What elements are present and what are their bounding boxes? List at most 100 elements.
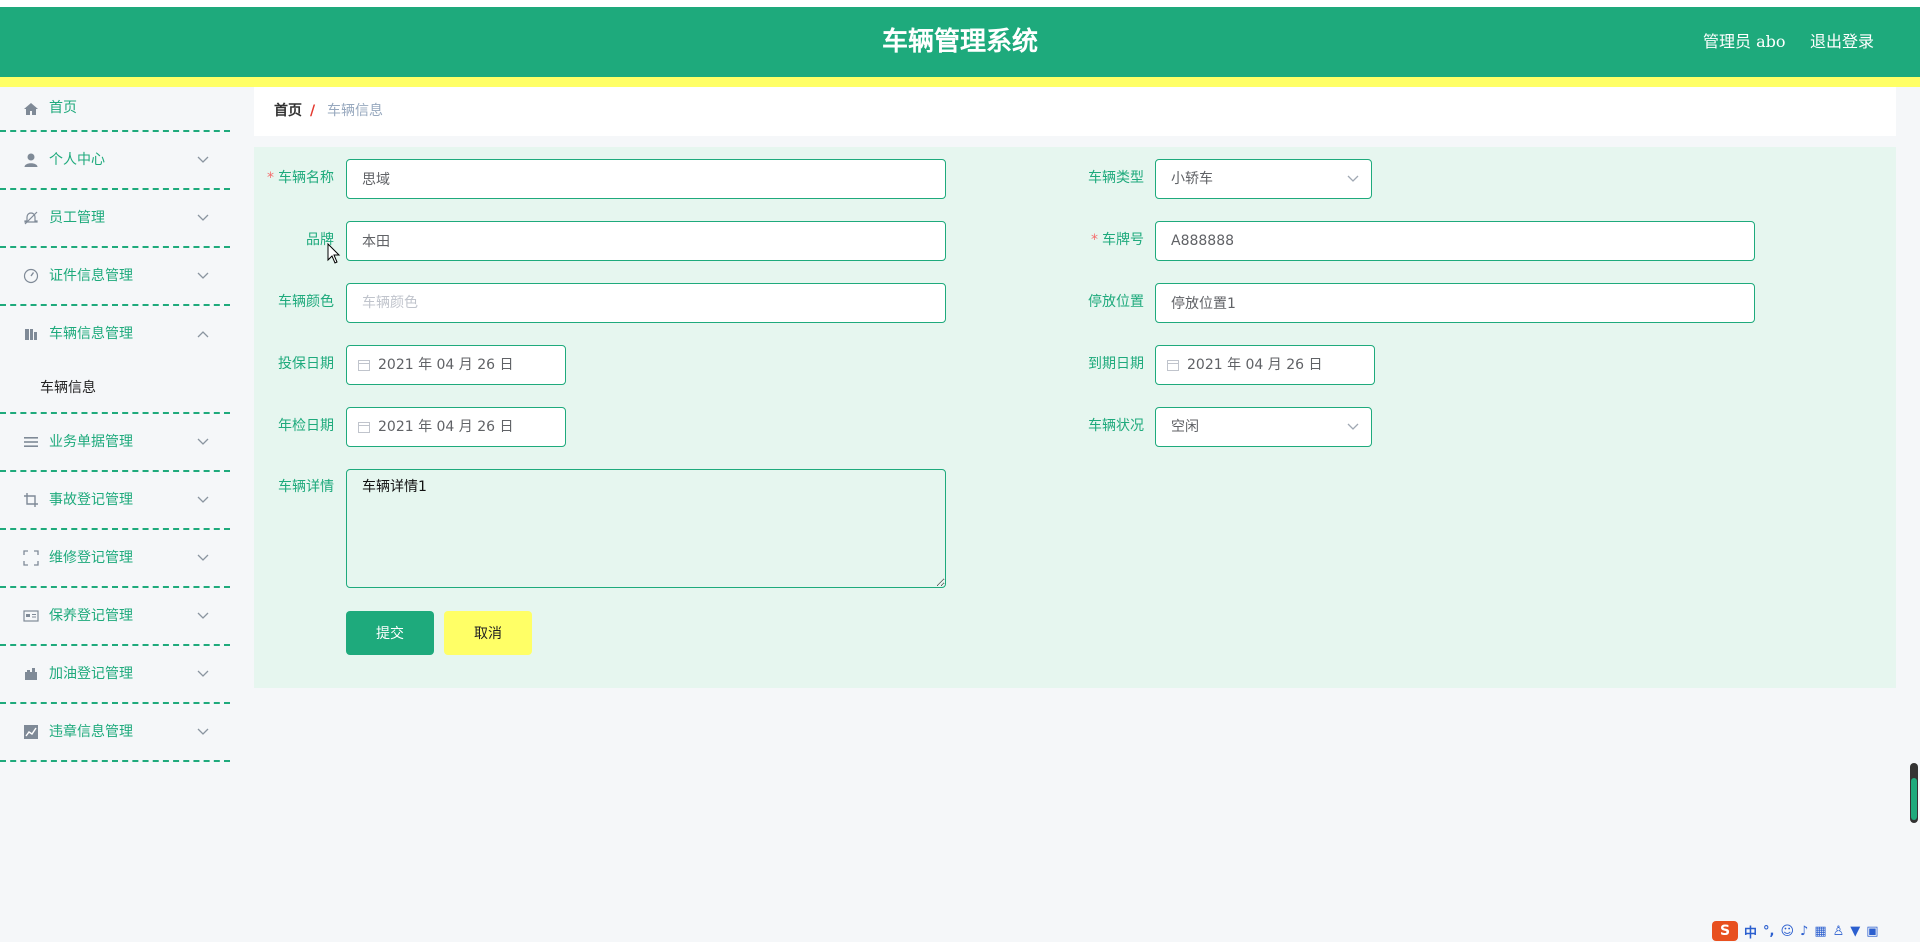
sidebar-item-label: 业务单据管理: [49, 434, 133, 450]
scrollbar-thumb[interactable]: [1911, 778, 1917, 820]
chart-icon: [22, 704, 40, 760]
sidebar-item-certificates[interactable]: 证件信息管理: [0, 248, 230, 306]
sidebar-item-documents[interactable]: 业务单据管理: [0, 414, 230, 472]
crop-icon: [22, 472, 40, 528]
chevron-down-icon: [1347, 408, 1359, 446]
chevron-down-icon: [196, 530, 210, 586]
sidebar-subitem-label: 车辆信息: [40, 380, 96, 396]
microphone-icon[interactable]: ♪: [1800, 924, 1808, 939]
chevron-down-icon: [196, 704, 210, 760]
chevron-down-icon: [196, 190, 210, 246]
sidebar-item-label: 违章信息管理: [49, 724, 133, 740]
brand-input[interactable]: [346, 221, 946, 261]
chevron-down-icon: [196, 414, 210, 470]
color-label: 车辆颜色: [278, 294, 334, 310]
expire-date-picker[interactable]: 2021 年 04 月 26 日: [1155, 345, 1375, 385]
ime-language-toggle[interactable]: 中: [1744, 922, 1757, 941]
sidebar-item-label: 加油登记管理: [49, 666, 133, 682]
mouse-cursor-icon: [327, 242, 341, 269]
sidebar-item-label: 事故登记管理: [49, 492, 133, 508]
status-select[interactable]: 空闲: [1155, 407, 1372, 447]
vehicle-type-select[interactable]: 小轿车: [1155, 159, 1372, 199]
sidebar-item-vehicle-info[interactable]: 车辆信息管理: [0, 306, 230, 364]
sidebar-item-personal-center[interactable]: 个人中心: [0, 132, 230, 190]
chevron-down-icon: [196, 248, 210, 304]
vehicle-name-label: * 车辆名称: [267, 170, 334, 186]
breadcrumb-separator: /: [310, 103, 316, 119]
chevron-down-icon: [196, 132, 210, 188]
header: 车辆管理系统 管理员 abo 退出登录: [0, 0, 1920, 87]
user-icon[interactable]: ♙: [1833, 924, 1845, 939]
calendar-icon: [358, 346, 370, 384]
calendar-icon: [1167, 346, 1179, 384]
required-mark: *: [267, 170, 274, 186]
shirt-icon[interactable]: ▼: [1850, 924, 1860, 939]
expire-date-label: 到期日期: [1088, 356, 1144, 372]
detail-textarea[interactable]: 车辆详情1: [346, 469, 946, 588]
list-icon: [22, 414, 40, 470]
header-accent-strip: [0, 77, 1920, 87]
sidebar-item-staff[interactable]: 员工管理: [0, 190, 230, 248]
app-title: 车辆管理系统: [881, 27, 1038, 57]
plate-input[interactable]: [1155, 221, 1755, 261]
breadcrumb-home[interactable]: 首页: [274, 87, 302, 136]
chevron-down-icon: [196, 646, 210, 702]
detail-label: 车辆详情: [278, 479, 334, 495]
emoji-icon[interactable]: ☺: [1780, 924, 1794, 939]
sidebar-item-label: 保养登记管理: [49, 608, 133, 624]
chevron-down-icon: [196, 588, 210, 644]
home-icon: [22, 87, 40, 130]
status-label: 车辆状况: [1088, 418, 1144, 434]
sidebar-item-label: 维修登记管理: [49, 550, 133, 566]
parking-label: 停放位置: [1088, 294, 1144, 310]
sidebar-item-label: 车辆信息管理: [49, 326, 133, 342]
sidebar-item-repairs[interactable]: 维修登记管理: [0, 530, 230, 588]
gauge-icon: [22, 248, 40, 304]
inspect-date-value: 2021 年 04 月 26 日: [378, 419, 514, 435]
sidebar-subitem-vehicle-info[interactable]: 车辆信息: [0, 360, 230, 416]
building-icon: [22, 306, 40, 362]
sidebar: 首页 个人中心 员工管理 证件信息管理 车辆信息管理 车辆信息 业务单据管理 事…: [0, 87, 230, 942]
insure-date-label: 投保日期: [278, 356, 334, 372]
keyboard-icon[interactable]: ▦: [1814, 924, 1826, 939]
chevron-up-icon: [196, 306, 210, 362]
required-mark: *: [1091, 232, 1098, 248]
fuel-icon: [22, 646, 40, 702]
calendar-icon: [358, 408, 370, 446]
sidebar-item-maintenance[interactable]: 保养登记管理: [0, 588, 230, 646]
logout-link[interactable]: 退出登录: [1810, 7, 1874, 77]
submit-button[interactable]: 提交: [346, 611, 434, 655]
ime-logo[interactable]: S: [1712, 921, 1738, 941]
sidebar-item-label: 员工管理: [49, 210, 105, 226]
parking-input[interactable]: [1155, 283, 1755, 323]
vehicle-type-value: 小轿车: [1171, 171, 1213, 187]
expire-date-value: 2021 年 04 月 26 日: [1187, 357, 1323, 373]
vehicle-type-label: 车辆类型: [1088, 170, 1144, 186]
inspect-date-picker[interactable]: 2021 年 04 月 26 日: [346, 407, 566, 447]
vehicle-name-input[interactable]: [346, 159, 946, 199]
status-value: 空闲: [1171, 419, 1199, 435]
ime-toolbar: S 中 °, ☺ ♪ ▦ ♙ ▼ ▣: [1712, 920, 1920, 942]
sidebar-item-accidents[interactable]: 事故登记管理: [0, 472, 230, 530]
breadcrumb: 首页 / 车辆信息: [254, 87, 1896, 136]
color-input[interactable]: [346, 283, 946, 323]
sidebar-item-home[interactable]: 首页: [0, 87, 230, 132]
grid-icon[interactable]: ▣: [1866, 924, 1878, 939]
sidebar-item-label: 首页: [49, 100, 77, 116]
insure-date-picker[interactable]: 2021 年 04 月 26 日: [346, 345, 566, 385]
chevron-down-icon: [196, 472, 210, 528]
sidebar-item-violations[interactable]: 违章信息管理: [0, 704, 230, 762]
sidebar-item-label: 证件信息管理: [49, 268, 133, 284]
insure-date-value: 2021 年 04 月 26 日: [378, 357, 514, 373]
sidebar-item-refueling[interactable]: 加油登记管理: [0, 646, 230, 704]
breadcrumb-current: 车辆信息: [327, 103, 383, 119]
current-user: 管理员 abo: [1703, 32, 1786, 51]
inspect-date-label: 年检日期: [278, 418, 334, 434]
sidebar-item-label: 个人中心: [49, 152, 105, 168]
bell-off-icon: [22, 190, 40, 246]
punctuation-icon[interactable]: °,: [1763, 924, 1774, 939]
brand-label: 品牌: [306, 232, 334, 248]
cancel-button[interactable]: 取消: [444, 611, 532, 655]
card-icon: [22, 588, 40, 644]
plate-label: * 车牌号: [1091, 232, 1144, 248]
